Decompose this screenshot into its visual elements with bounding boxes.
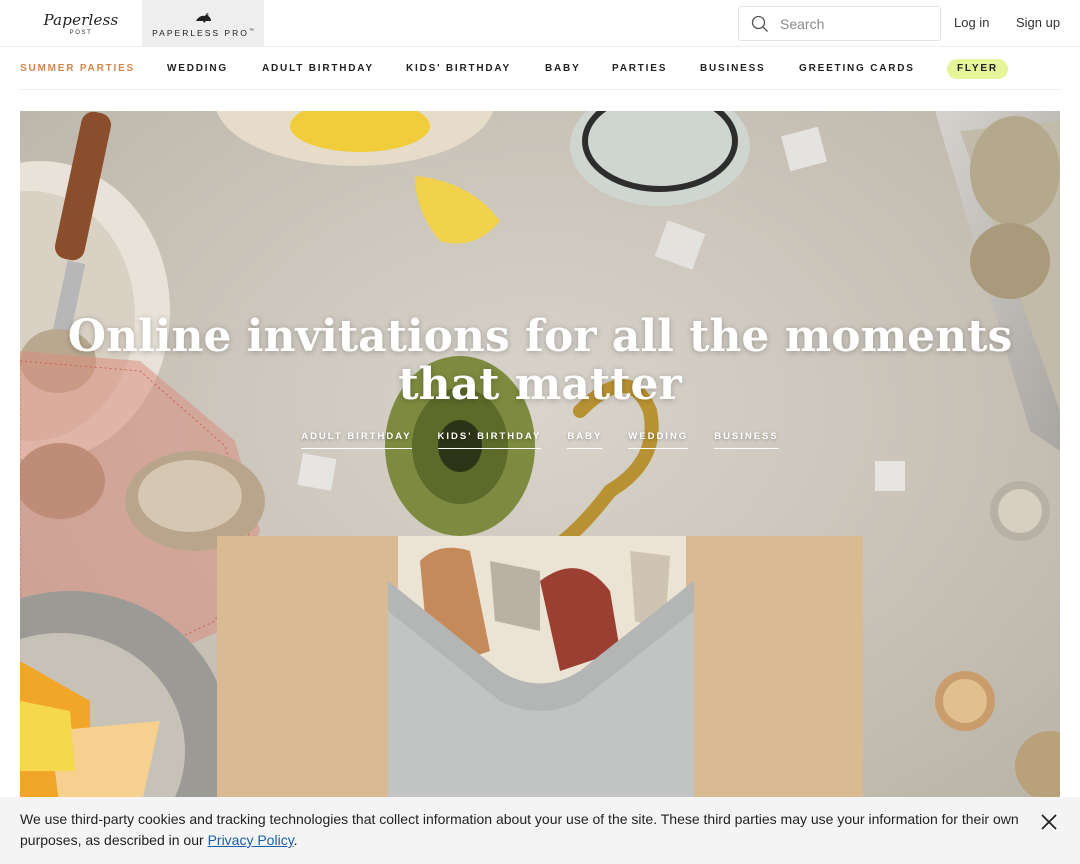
nav-business[interactable]: BUSINESS (700, 47, 766, 90)
hero-link-kids-birthday[interactable]: KIDS' BIRTHDAY (437, 431, 542, 449)
privacy-policy-link[interactable]: Privacy Policy (208, 832, 294, 848)
paperless-post-logo[interactable]: Paperless POST (20, 0, 142, 47)
hero-link-baby[interactable]: BABY (567, 431, 603, 449)
top-header: Paperless POST PAPERLESS PRO™ Log in Sig… (0, 0, 1080, 47)
hero-title: Online invitations for all the moments t… (67, 311, 1013, 410)
logo-subtitle: POST (69, 29, 93, 36)
nav-adult-birthday[interactable]: ADULT BIRTHDAY (262, 47, 374, 90)
nav-flyer[interactable]: FLYER (947, 59, 1008, 79)
nav-greeting-cards[interactable]: GREETING CARDS (799, 47, 915, 90)
category-nav: SUMMER PARTIES WEDDING ADULT BIRTHDAY KI… (20, 47, 1060, 90)
nav-wedding[interactable]: WEDDING (167, 47, 228, 90)
nav-parties[interactable]: PARTIES (612, 47, 667, 90)
close-icon[interactable] (1039, 812, 1059, 832)
logo-wordmark: Paperless (43, 10, 119, 29)
hero-link-adult-birthday[interactable]: ADULT BIRTHDAY (301, 431, 412, 449)
cookie-banner: We use third-party cookies and tracking … (0, 797, 1080, 864)
bird-icon (196, 12, 211, 23)
login-link[interactable]: Log in (954, 15, 989, 30)
signup-link[interactable]: Sign up (1016, 15, 1060, 30)
hero-banner: Online invitations for all the moments t… (20, 111, 1060, 864)
paperless-pro-logo[interactable]: PAPERLESS PRO™ (142, 0, 264, 47)
pro-label: PAPERLESS PRO™ (152, 27, 254, 38)
search-icon (751, 15, 768, 32)
nav-baby[interactable]: BABY (545, 47, 581, 90)
nav-summer-parties[interactable]: SUMMER PARTIES (20, 47, 135, 90)
search-input[interactable] (780, 15, 930, 32)
hero-link-business[interactable]: BUSINESS (714, 431, 779, 449)
nav-kids-birthday[interactable]: KIDS' BIRTHDAY (406, 47, 511, 90)
hero-image (20, 111, 1060, 864)
hero-link-wedding[interactable]: WEDDING (628, 431, 689, 449)
cookie-message: We use third-party cookies and tracking … (20, 811, 1019, 848)
hero-category-links: ADULT BIRTHDAY KIDS' BIRTHDAY BABY WEDDI… (20, 431, 1060, 449)
search-box[interactable] (738, 6, 941, 41)
